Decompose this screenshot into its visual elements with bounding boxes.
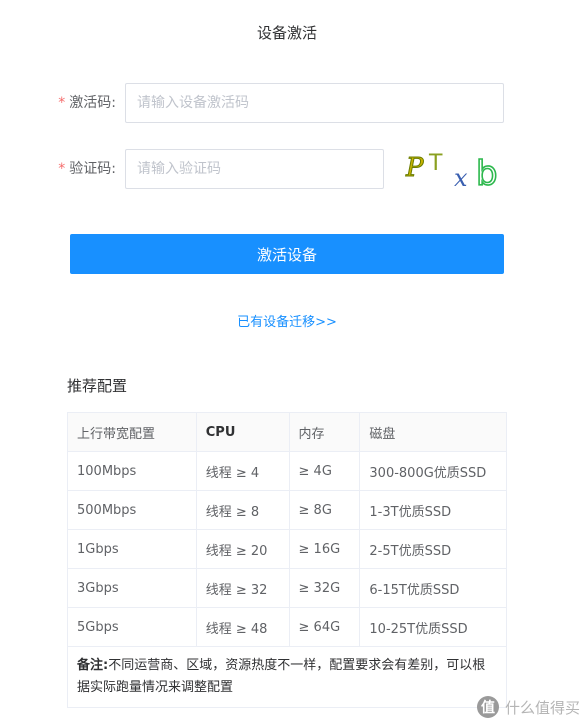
verify-code-input[interactable] bbox=[125, 149, 384, 189]
migrate-device-link[interactable]: 已有设备迁移>> bbox=[0, 311, 574, 330]
captcha-char: x bbox=[454, 164, 468, 192]
memory-cell: ≥ 64G bbox=[288, 607, 361, 647]
bandwidth-cell: 1Gbps bbox=[67, 529, 197, 569]
required-mark: * bbox=[58, 95, 66, 111]
memory-cell: ≥ 4G bbox=[288, 451, 361, 491]
cpu-cell: 线程 ≥ 4 bbox=[195, 451, 290, 491]
activation-code-input[interactable] bbox=[125, 83, 504, 123]
captcha-char: b bbox=[476, 154, 498, 192]
note-label: 备注: bbox=[77, 658, 109, 673]
table-row: 3Gbps 线程 ≥ 32 ≥ 32G 6-15T优质SSD bbox=[67, 568, 507, 608]
memory-cell: ≥ 8G bbox=[288, 490, 361, 530]
watermark: 值 什么值得买 bbox=[476, 696, 580, 718]
cpu-cell: 线程 ≥ 8 bbox=[195, 490, 290, 530]
bandwidth-cell: 100Mbps bbox=[67, 451, 197, 491]
cpu-cell: 线程 ≥ 48 bbox=[195, 607, 290, 647]
captcha-image[interactable]: P T x b bbox=[402, 148, 506, 192]
verify-code-label-text: 验证码: bbox=[69, 161, 116, 177]
disk-cell: 10-25T优质SSD bbox=[359, 607, 507, 647]
bandwidth-cell: 3Gbps bbox=[67, 568, 197, 608]
watermark-text: 什么值得买 bbox=[504, 698, 580, 717]
column-header-bandwidth: 上行带宽配置 bbox=[67, 412, 197, 452]
note-text: 不同运营商、区域，资源热度不一样，配置要求会有差别，可以根据实际跑量情况来调整配… bbox=[77, 658, 486, 695]
table-row: 1Gbps 线程 ≥ 20 ≥ 16G 2-5T优质SSD bbox=[67, 529, 507, 569]
required-mark: * bbox=[58, 161, 66, 177]
disk-cell: 1-3T优质SSD bbox=[359, 490, 507, 530]
captcha-char: T bbox=[428, 151, 443, 176]
memory-cell: ≥ 32G bbox=[288, 568, 361, 608]
captcha-char: P bbox=[405, 153, 424, 183]
table-row: 500Mbps 线程 ≥ 8 ≥ 8G 1-3T优质SSD bbox=[67, 490, 507, 530]
disk-cell: 300-800G优质SSD bbox=[359, 451, 507, 491]
activate-device-button[interactable]: 激活设备 bbox=[70, 234, 504, 274]
recommend-config-table: 上行带宽配置 CPU 内存 磁盘 100Mbps 线程 ≥ 4 ≥ 4G 300… bbox=[67, 412, 507, 708]
memory-cell: ≥ 16G bbox=[288, 529, 361, 569]
page-title: 设备激活 bbox=[256, 24, 317, 42]
column-header-memory: 内存 bbox=[288, 412, 361, 452]
verify-code-label: * 验证码: bbox=[58, 149, 116, 189]
disk-cell: 6-15T优质SSD bbox=[359, 568, 507, 608]
activation-code-label-text: 激活码: bbox=[69, 95, 116, 111]
disk-cell: 2-5T优质SSD bbox=[359, 529, 507, 569]
cpu-cell: 线程 ≥ 20 bbox=[195, 529, 290, 569]
bandwidth-cell: 5Gbps bbox=[67, 607, 197, 647]
table-row: 5Gbps 线程 ≥ 48 ≥ 64G 10-25T优质SSD bbox=[67, 607, 507, 647]
cpu-cell: 线程 ≥ 32 bbox=[195, 568, 290, 608]
table-row: 100Mbps 线程 ≥ 4 ≥ 4G 300-800G优质SSD bbox=[67, 451, 507, 491]
note-cell: 备注:不同运营商、区域，资源热度不一样，配置要求会有差别，可以根据实际跑量情况来… bbox=[67, 646, 507, 708]
bandwidth-cell: 500Mbps bbox=[67, 490, 197, 530]
column-header-cpu: CPU bbox=[195, 412, 290, 452]
activation-code-row: * 激活码: bbox=[0, 83, 588, 123]
watermark-logo-icon: 值 bbox=[476, 696, 499, 718]
column-header-disk: 磁盘 bbox=[359, 412, 507, 452]
activation-code-label: * 激活码: bbox=[58, 83, 116, 123]
recommend-config-title: 推荐配置 bbox=[67, 377, 128, 395]
table-header-row: 上行带宽配置 CPU 内存 磁盘 bbox=[67, 412, 507, 452]
table-note-row: 备注:不同运营商、区域，资源热度不一样，配置要求会有差别，可以根据实际跑量情况来… bbox=[67, 646, 507, 708]
